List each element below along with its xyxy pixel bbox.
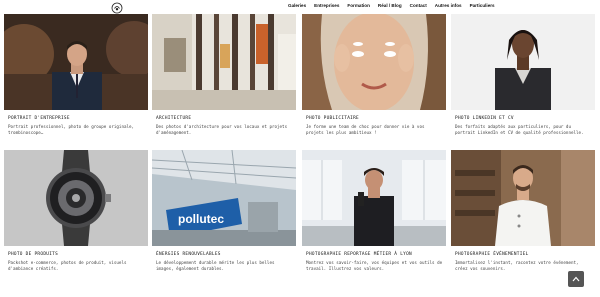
card-title: PHOTO DE PRODUITS — [8, 252, 59, 257]
nav-particuliers[interactable]: Particuliers — [470, 3, 495, 8]
card-reportage-metier[interactable]: PHOTOGRAPHIE REPORTAGE MÉTIER À LYON Mon… — [302, 150, 446, 278]
photo-produits[interactable] — [4, 150, 148, 246]
card-energies-renouvelables[interactable]: pollutec ÉNERGIES RENOUVELABLES Le dével… — [152, 150, 296, 278]
photo-evenementiel[interactable] — [451, 150, 595, 246]
card-description: Je forme une team de choc pour donner vi… — [306, 124, 425, 136]
card-title: PHOTO LINKEDIN ET CV — [455, 116, 514, 121]
nav-entreprises[interactable]: Entreprises — [314, 3, 339, 8]
card-photo-linkedin[interactable]: PHOTO LINKEDIN ET CV Des forfaits adapté… — [451, 14, 595, 142]
card-title: ÉNERGIES RENOUVELABLES — [156, 252, 221, 257]
banner-text: pollutec — [178, 212, 224, 226]
scroll-to-top-button[interactable] — [568, 271, 584, 287]
card-description: Packshot e-commerce, photos de produit, … — [8, 260, 127, 272]
card-title: PHOTO PUBLICITAIRE — [306, 116, 359, 121]
nav-contact[interactable]: Contact — [410, 3, 427, 8]
card-evenementiel[interactable]: PHOTOGRAPHIE ÉVÉNEMENTIEL Immortalisez l… — [451, 150, 595, 278]
card-architecture[interactable]: ARCHITECTURE Des photos d'architecture p… — [152, 14, 296, 142]
photo-reportage-metier[interactable] — [302, 150, 446, 246]
card-title: PHOTOGRAPHIE ÉVÉNEMENTIEL — [455, 252, 529, 257]
card-photo-publicitaire[interactable]: PHOTO PUBLICITAIRE Je forme une team de … — [302, 14, 446, 142]
photo-portrait-entreprise[interactable] — [4, 14, 148, 110]
photo-linkedin[interactable] — [451, 14, 595, 110]
card-description: Le développement durable mérite les plus… — [156, 260, 275, 272]
card-portrait-entreprise[interactable]: PORTRAIT D'ENTREPRISE Portrait professio… — [4, 14, 148, 142]
card-title: PORTRAIT D'ENTREPRISE — [8, 116, 70, 121]
card-title: ARCHITECTURE — [156, 116, 192, 121]
camera-logo-icon[interactable] — [111, 1, 123, 14]
card-description: Portrait professionnel, photo de groupe … — [8, 124, 135, 136]
nav-formation[interactable]: Formation — [347, 3, 369, 8]
photo-publicitaire[interactable] — [302, 14, 446, 110]
nav-autres-infos[interactable]: Autres infos — [435, 3, 462, 8]
photo-architecture[interactable] — [152, 14, 296, 110]
card-description: Des forfaits adaptés aux particuliers, p… — [455, 124, 584, 136]
card-description: Des photos d'architecture pour vos locau… — [156, 124, 288, 136]
header-bar: Galeries Entreprises Formation Réal / Bl… — [0, 0, 600, 14]
nav-real-blog[interactable]: Réal / Blog — [378, 3, 402, 8]
card-photo-produits[interactable]: PHOTO DE PRODUITS Packshot e-commerce, p… — [4, 150, 148, 278]
card-title: PHOTOGRAPHIE REPORTAGE MÉTIER À LYON — [306, 252, 412, 257]
photo-energies-renouvelables[interactable]: pollutec — [152, 150, 296, 246]
card-description: Montrez vos savoir-faire, vos équipes et… — [306, 260, 443, 272]
main-nav: Galeries Entreprises Formation Réal / Bl… — [288, 3, 495, 8]
chevron-up-icon — [572, 276, 580, 282]
nav-galeries[interactable]: Galeries — [288, 3, 306, 8]
